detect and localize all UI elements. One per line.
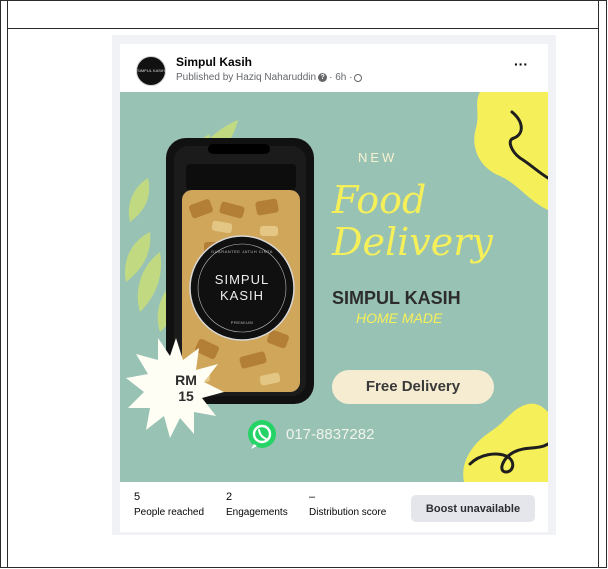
boost-button[interactable]: Boost unavailable xyxy=(411,495,535,522)
people-reached-value: 5 xyxy=(134,491,141,503)
price-value: 15 xyxy=(178,388,194,404)
question-icon[interactable]: ? xyxy=(318,73,328,82)
new-label: NEW xyxy=(358,150,398,165)
distribution-stat[interactable]: – Distribution score xyxy=(309,491,386,518)
food-label: Food xyxy=(332,178,427,222)
post-meta: Published by Haziq Naharuddin ? · 6h · xyxy=(176,72,363,83)
post-card: SIMPUL KASIH Simpul Kasih Published by H… xyxy=(120,44,548,532)
jar-label-top: GUARANTEE JATUH CINTA xyxy=(211,249,273,254)
price-currency: RM xyxy=(175,372,197,388)
post-image[interactable]: NEW Food Delivery SIMPUL KASIH HOME MADE… xyxy=(120,92,548,482)
post-stats: 5 People reached 2 Engagements – Distrib… xyxy=(120,482,548,532)
brand-label: SIMPUL KASIH xyxy=(332,288,461,308)
engagements-stat[interactable]: 2 Engagements xyxy=(226,491,288,518)
more-options-button[interactable]: ··· xyxy=(514,56,528,72)
page-name[interactable]: Simpul Kasih xyxy=(176,55,252,69)
right-border xyxy=(598,0,599,568)
yellow-blob-bottom xyxy=(463,403,548,482)
avatar-text: SIMPUL KASIH xyxy=(137,68,165,73)
delivery-label: Delivery xyxy=(332,220,493,264)
distribution-label: Distribution score xyxy=(309,507,387,518)
phone-number: 017-8837282 xyxy=(286,426,375,443)
jar-label-line1: SIMPUL xyxy=(214,272,270,287)
engagements-label: Engagements xyxy=(226,507,288,518)
jar-label-line2: KASIH xyxy=(219,288,264,303)
whatsapp-icon xyxy=(248,420,276,448)
people-reached-label: People reached xyxy=(134,507,205,518)
left-border xyxy=(7,0,8,568)
ad-graphic xyxy=(125,92,548,482)
engagements-value: 2 xyxy=(226,491,233,503)
home-made-label: HOME MADE xyxy=(356,310,443,326)
avatar[interactable]: SIMPUL KASIH xyxy=(136,56,166,86)
yellow-blob-top xyxy=(474,92,548,210)
jar-label-bottom: PREMIUM xyxy=(230,320,254,325)
distribution-value: – xyxy=(309,491,316,503)
free-delivery-label: Free Delivery xyxy=(365,378,461,395)
people-reached-stat[interactable]: 5 People reached xyxy=(134,491,204,518)
post-time[interactable]: · 6h · xyxy=(329,72,352,83)
globe-icon xyxy=(354,73,363,82)
post-header: SIMPUL KASIH Simpul Kasih Published by H… xyxy=(120,44,548,92)
published-by-text[interactable]: Published by Haziq Naharuddin xyxy=(176,72,316,83)
top-divider xyxy=(7,28,599,29)
